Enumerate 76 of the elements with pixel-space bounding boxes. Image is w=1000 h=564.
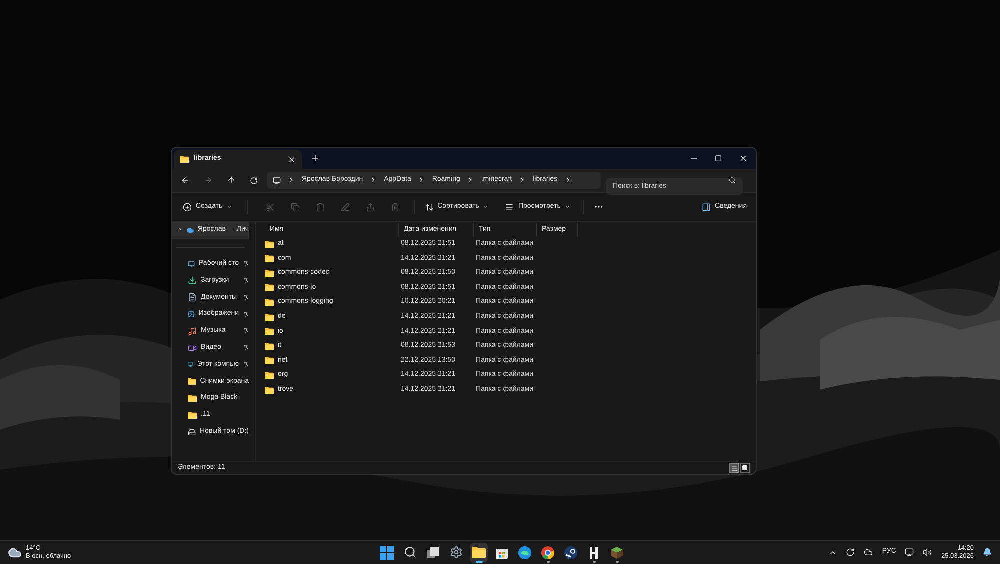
chevron-icon <box>370 177 378 184</box>
pin-icon <box>243 261 249 268</box>
drive-icon <box>188 428 196 437</box>
taskbar-app[interactable] <box>470 542 488 562</box>
image-icon <box>188 310 195 320</box>
wave-circle-icon <box>518 546 532 560</box>
monitor-icon <box>188 360 194 370</box>
folder-icon <box>265 270 274 278</box>
refresh-icon[interactable] <box>250 176 258 184</box>
chevron-icon <box>564 177 572 184</box>
pin-icon <box>243 362 249 368</box>
monitor-icon <box>273 176 281 184</box>
chevron-icon <box>288 177 295 184</box>
folder-icon <box>265 255 274 262</box>
folder-icon <box>180 156 189 164</box>
pin-icon <box>243 328 249 334</box>
folder-icon <box>265 342 274 350</box>
details-view-button[interactable] <box>729 463 739 473</box>
h-logo-icon <box>587 546 601 560</box>
square-icon <box>742 465 748 471</box>
plus-circle-icon <box>183 202 192 212</box>
video-icon <box>188 344 197 353</box>
monitor-icon <box>188 260 195 269</box>
lines-icon <box>505 202 514 212</box>
download-icon <box>188 276 197 286</box>
back-icon[interactable] <box>181 176 190 185</box>
tiles-view-button[interactable] <box>740 463 750 473</box>
sync-icon[interactable] <box>846 548 856 557</box>
music-icon <box>188 326 197 336</box>
network-icon[interactable] <box>905 548 914 557</box>
folder-icon <box>265 314 274 321</box>
pin-icon <box>243 312 249 318</box>
maximize-icon[interactable] <box>715 155 722 162</box>
chevron-icon <box>519 177 526 184</box>
folder-icon <box>265 357 274 365</box>
folder-icon <box>265 372 274 380</box>
pin-icon <box>243 345 249 352</box>
notification-bell-icon[interactable] <box>983 548 992 557</box>
search-icon <box>404 546 416 559</box>
forward-icon[interactable] <box>204 176 213 185</box>
windows-logo-icon <box>380 546 394 560</box>
caret-icon <box>226 204 233 210</box>
panel-icon <box>702 202 712 212</box>
folder-icon <box>265 328 274 336</box>
folder-icon <box>265 284 274 292</box>
chevron-icon <box>418 177 426 184</box>
lines-icon <box>730 464 738 472</box>
pin-icon <box>243 278 249 284</box>
document-icon <box>188 293 197 302</box>
expand-icon[interactable] <box>178 227 183 234</box>
up-icon[interactable] <box>227 176 236 185</box>
pin-icon <box>243 294 249 301</box>
sort-arrows-icon <box>424 202 434 212</box>
folder-icon <box>472 546 486 558</box>
cloud-icon[interactable] <box>864 548 874 557</box>
caret-icon <box>483 204 490 210</box>
task-view-icon <box>426 546 440 560</box>
folder-icon <box>188 394 197 402</box>
folder-icon <box>265 386 274 394</box>
folder-icon <box>265 240 274 248</box>
search-icon <box>729 177 736 184</box>
folder-icon <box>188 378 196 386</box>
folder-icon <box>265 299 274 306</box>
folder-icon <box>188 412 197 419</box>
close-icon[interactable] <box>739 154 748 163</box>
grass-block-icon <box>610 546 624 560</box>
cloud-icon <box>186 226 194 235</box>
chrome-ring-icon <box>541 546 555 560</box>
volume-icon[interactable] <box>923 548 932 557</box>
close-tab-icon[interactable] <box>288 156 296 164</box>
caret-icon <box>564 204 571 210</box>
settings-icon <box>450 546 462 559</box>
steam-icon <box>564 546 578 560</box>
chevron-icon <box>467 177 474 184</box>
new-tab-icon[interactable] <box>311 154 320 163</box>
cloud-icon <box>8 546 22 560</box>
